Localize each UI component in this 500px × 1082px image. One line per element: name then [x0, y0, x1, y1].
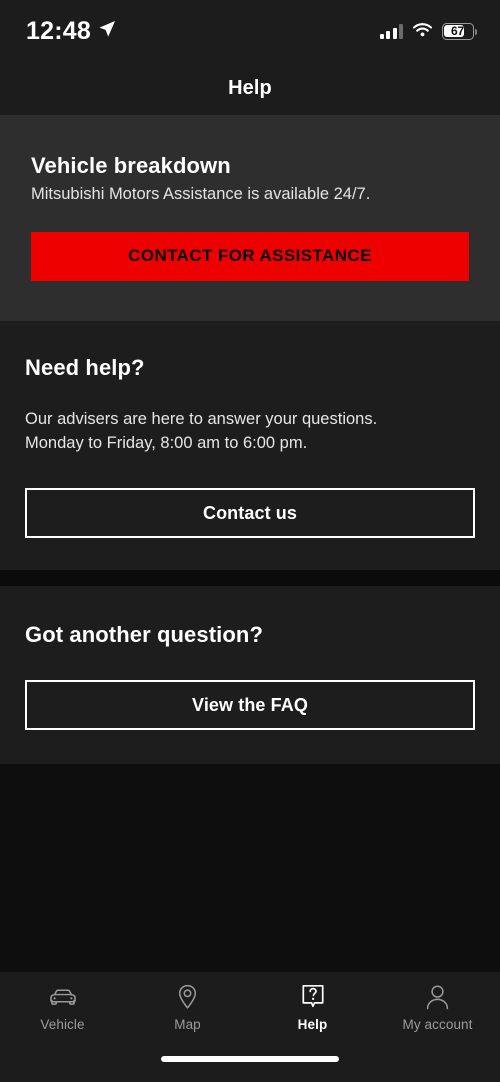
need-help-body-line2: Monday to Friday, 8:00 am to 6:00 pm.: [25, 434, 308, 452]
section-divider: [0, 570, 500, 587]
tab-my-account[interactable]: My account: [375, 984, 500, 1032]
empty-space: [0, 764, 500, 972]
need-help-body-line1: Our advisers are here to answer your que…: [25, 409, 378, 428]
status-bar-left: 12:48: [26, 16, 116, 45]
tab-help[interactable]: Help: [250, 984, 375, 1032]
wifi-icon: [412, 21, 433, 42]
need-help-title: Need help?: [25, 354, 145, 380]
breakdown-title: Vehicle breakdown: [31, 153, 231, 178]
page-content: Vehicle breakdown Mitsubishi Motors Assi…: [0, 115, 500, 972]
bottom-tab-bar: Vehicle Map Help My account: [0, 972, 500, 1052]
contact-for-assistance-button[interactable]: CONTACT FOR ASSISTANCE: [31, 231, 469, 281]
map-pin-icon: [176, 984, 199, 1010]
home-indicator[interactable]: [161, 1056, 339, 1062]
nav-header: Help: [0, 62, 500, 115]
tab-map-label: Map: [174, 1017, 201, 1032]
tab-help-label: Help: [297, 1017, 328, 1032]
tab-my-account-label: My account: [402, 1017, 473, 1032]
home-indicator-area: [0, 1052, 500, 1082]
battery-icon: 67: [442, 22, 478, 40]
tab-vehicle[interactable]: Vehicle: [0, 984, 125, 1032]
view-the-faq-button[interactable]: View the FAQ: [25, 680, 475, 731]
tab-vehicle-label: Vehicle: [40, 1017, 85, 1032]
app-screen: 12:48 67 Help Vehicle breakdown Mitsubis…: [0, 0, 500, 1082]
location-arrow-icon: [98, 20, 116, 43]
faq-title: Got another question?: [25, 622, 263, 648]
section-need-help: Need help? Our advisers are here to answ…: [0, 320, 500, 571]
section-vehicle-breakdown: Vehicle breakdown Mitsubishi Motors Assi…: [0, 115, 500, 321]
tab-map[interactable]: Map: [125, 984, 250, 1032]
status-bar: 12:48 67: [0, 0, 500, 62]
battery-level: 67: [451, 24, 464, 38]
status-time: 12:48: [26, 16, 91, 45]
cellular-signal-icon: [379, 23, 403, 39]
person-icon: [425, 984, 450, 1010]
section-faq: Got another question? View the FAQ: [0, 586, 500, 765]
page-title: Help: [228, 77, 272, 99]
car-icon: [48, 984, 78, 1010]
breakdown-subtitle: Mitsubishi Motors Assistance is availabl…: [31, 185, 371, 204]
question-bubble-icon: [300, 984, 326, 1010]
need-help-body: Our advisers are here to answer your que…: [25, 407, 475, 455]
status-bar-right: 67: [379, 21, 478, 42]
contact-us-button[interactable]: Contact us: [25, 488, 475, 539]
